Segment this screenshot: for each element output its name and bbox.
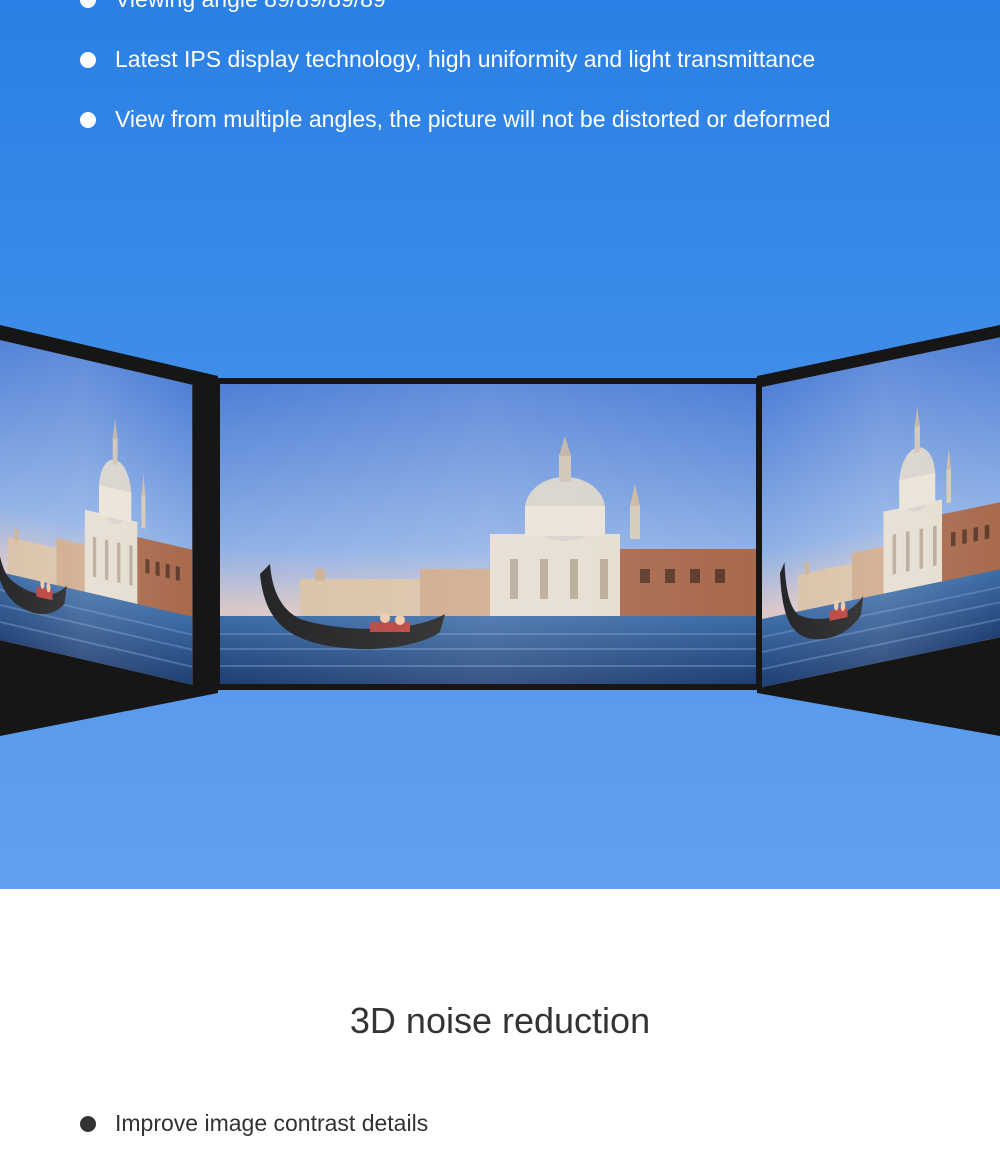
- right-monitor: [757, 325, 1000, 736]
- center-monitor: [216, 378, 758, 690]
- blue-feature-banner: Viewing angle 89/89/89/89 Latest IPS dis…: [0, 0, 1000, 889]
- feature-text: Improve image contrast details: [115, 1110, 429, 1136]
- bullet-icon: [80, 1115, 96, 1132]
- feature-item: Improve image contrast details: [80, 1110, 428, 1137]
- multi-angle-monitors-illustration: [0, 325, 1000, 736]
- left-monitor: [0, 325, 218, 736]
- section-heading: 3D noise reduction: [349, 1000, 651, 1041]
